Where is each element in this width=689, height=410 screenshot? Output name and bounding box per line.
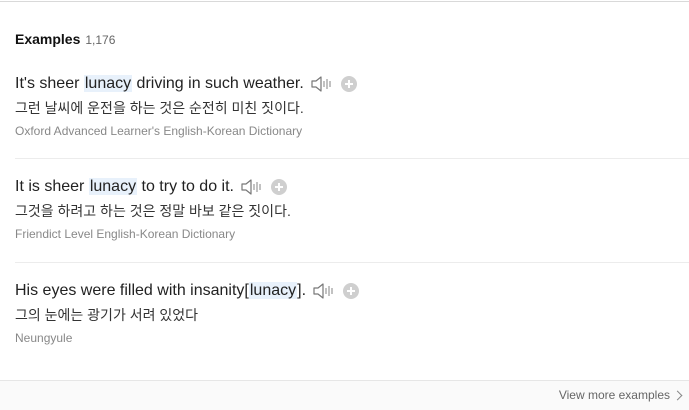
add-to-wordbook-button[interactable] [271,179,287,195]
speaker-icon[interactable] [310,75,334,93]
sentence-part: ]. [297,282,307,299]
highlighted-headword[interactable]: lunacy [248,282,298,299]
example-item: His eyes were filled with insanity[lunac… [15,279,689,347]
examples-title: Examples [15,31,81,47]
example-korean-translation: 그의 눈에는 광기가 서려 있었다 [15,307,198,323]
example-english-sentence: His eyes were filled with insanity[lunac… [15,282,306,300]
example-korean-translation: 그런 날씨에 운전을 하는 것은 순전히 미친 짓이다. [15,100,304,116]
example-english-sentence: It is sheer lunacy to try to do it. [15,178,234,196]
example-source: Neungyule [15,331,73,345]
highlighted-headword[interactable]: lunacy [83,75,133,92]
example-korean-translation: 그것을 하려고 하는 것은 정말 바보 같은 짓이다. [15,203,291,219]
example-source: Oxford Advanced Learner's English-Korean… [15,124,303,138]
add-to-wordbook-button[interactable] [340,76,357,92]
example-english-sentence: It's sheer lunacy driving in such weathe… [15,75,304,93]
example-item: It is sheer lunacy to try to do it. 그것을 … [15,175,689,243]
top-divider [0,1,689,2]
sentence-part: His eyes were filled with insanity[ [15,282,249,299]
example-english-line: It's sheer lunacy driving in such weathe… [15,72,689,96]
add-to-wordbook-button[interactable] [343,283,360,299]
view-more-examples-link[interactable]: View more examples [558,388,683,402]
sentence-part: driving in such weather. [132,75,304,92]
speaker-icon[interactable] [240,178,264,196]
sentence-part: It is sheer [15,178,89,195]
sentence-part: It's sheer [15,75,84,92]
example-divider [15,158,689,159]
chevron-right-icon [672,390,683,400]
example-english-line: It is sheer lunacy to try to do it. [15,175,689,199]
examples-count: 1,176 [85,33,116,47]
example-english-line: His eyes were filled with insanity[lunac… [15,279,689,303]
view-more-label: View more examples [558,388,670,402]
example-source: Friendict Level English-Korean Dictionar… [15,227,236,241]
examples-header: Examples 1,176 [15,31,115,47]
speaker-icon[interactable] [312,282,336,300]
sentence-part: to try to do it. [137,178,235,195]
example-item: It's sheer lunacy driving in such weathe… [15,72,689,140]
example-divider [15,262,689,263]
examples-footer: View more examples [0,380,689,410]
highlighted-headword[interactable]: lunacy [88,178,138,195]
